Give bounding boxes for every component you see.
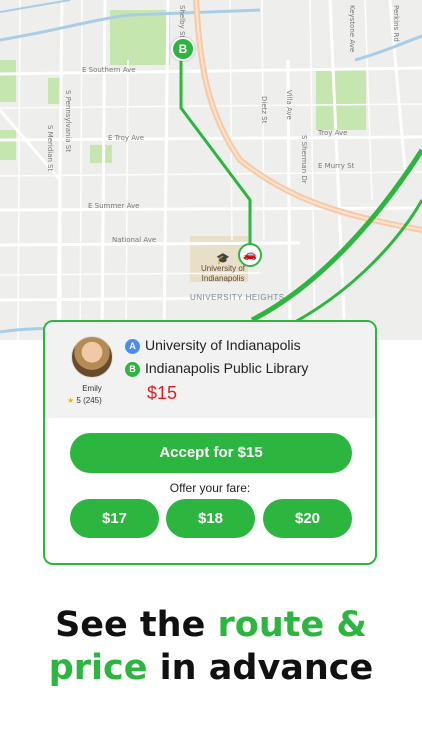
map-view[interactable]: E Southern Ave E Troy Ave E Summer Ave N… xyxy=(0,0,422,340)
street-label: E Troy Ave xyxy=(108,134,145,142)
ride-price: $15 xyxy=(147,383,178,403)
park-area xyxy=(90,145,112,163)
ride-offer-card: Emily ★ 5 (245) A University of Indianapo… xyxy=(43,320,377,565)
headline-text: in advance xyxy=(147,648,374,688)
street-label: Shelby St xyxy=(178,5,186,39)
headline-accent: price xyxy=(48,648,148,688)
driver-rating: ★ 5 (245) xyxy=(67,396,102,405)
street-label: E Summer Ave xyxy=(88,202,140,210)
driver-name: Emily xyxy=(82,384,102,393)
fare-option-button[interactable]: $20 xyxy=(263,499,352,538)
pickup-location: A University of Indianapolis xyxy=(125,336,301,354)
fare-option-button[interactable]: $17 xyxy=(70,499,159,538)
dropoff-location: B Indianapolis Public Library xyxy=(125,359,308,377)
street-label: Troy Ave xyxy=(318,129,348,137)
street-label: Keystone Ave xyxy=(348,5,356,53)
street-label: E Murry St xyxy=(318,162,355,170)
neighborhood-label: UNIVERSITY HEIGHTS xyxy=(190,293,285,302)
park-area xyxy=(110,10,170,65)
headline-text: See the xyxy=(55,605,218,645)
headline-accent: route & xyxy=(217,605,367,645)
avatar xyxy=(71,336,113,378)
street-label: E Southern Ave xyxy=(82,66,136,74)
pickup-label: University of Indianapolis xyxy=(145,337,301,353)
promo-headline: See the route & price in advance xyxy=(0,604,422,690)
street-label: S Sherman Dr xyxy=(300,135,308,184)
pickup-marker-icon: A xyxy=(125,339,140,354)
dropoff-label: Indianapolis Public Library xyxy=(145,360,309,376)
street-label: Perkins Rd xyxy=(392,5,400,42)
street-label: National Ave xyxy=(112,236,157,244)
destination-marker[interactable]: B xyxy=(171,37,195,61)
map-base xyxy=(0,0,422,340)
dropoff-marker-icon: B xyxy=(125,362,140,377)
star-icon: ★ xyxy=(67,396,75,405)
street-label: S Pennsylvania St xyxy=(64,90,72,153)
poi-label: University of Indianapolis xyxy=(200,264,245,283)
fare-option-button[interactable]: $18 xyxy=(166,499,255,538)
park-area xyxy=(0,60,16,102)
car-icon: 🚗 xyxy=(238,243,262,267)
headline-line-1: See the route & xyxy=(0,604,422,647)
headline-line-2: price in advance xyxy=(0,647,422,690)
street-label: S Meridian St xyxy=(46,125,54,172)
ride-summary: Emily ★ 5 (245) A University of Indianapo… xyxy=(45,322,375,418)
accept-button[interactable]: Accept for $15 xyxy=(70,433,352,473)
offer-fare-label: Offer your fare: xyxy=(169,481,251,495)
rating-value: 5 xyxy=(76,396,81,405)
park-area xyxy=(0,130,16,160)
rating-count: (245) xyxy=(83,396,102,405)
street-label: Villa Ave xyxy=(285,90,293,120)
park-area xyxy=(316,68,366,130)
street-label: Dietz St xyxy=(260,96,268,124)
